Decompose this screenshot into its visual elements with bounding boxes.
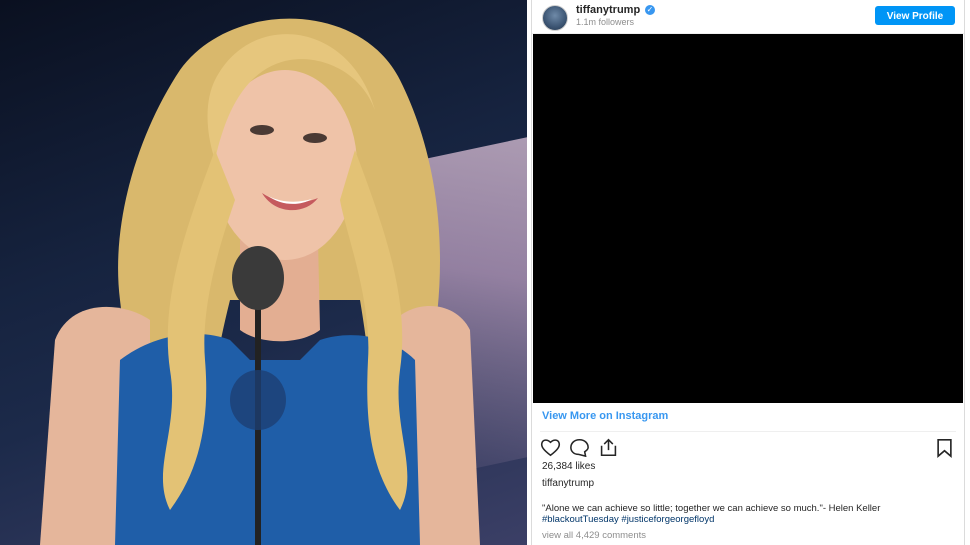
view-comments-link[interactable]: view all 4,429 comments xyxy=(542,530,646,541)
instagram-embed: tiffanytrump ✓ 1.1m followers View Profi… xyxy=(531,0,965,545)
action-bar xyxy=(540,438,956,460)
comment-icon[interactable] xyxy=(569,438,590,462)
bookmark-icon[interactable] xyxy=(935,438,954,463)
view-more-link[interactable]: View More on Instagram xyxy=(542,410,668,422)
share-icon[interactable] xyxy=(598,438,619,462)
view-profile-button[interactable]: View Profile xyxy=(875,6,955,25)
post-header: tiffanytrump ✓ 1.1m followers View Profi… xyxy=(532,0,964,34)
heart-icon[interactable] xyxy=(540,438,561,462)
avatar[interactable] xyxy=(542,5,568,31)
like-count[interactable]: 26,384 likes xyxy=(542,461,595,472)
news-photo xyxy=(0,0,527,545)
post-media[interactable] xyxy=(533,34,963,403)
username[interactable]: tiffanytrump xyxy=(576,4,640,16)
follower-count: 1.1m followers xyxy=(576,17,635,27)
verified-icon: ✓ xyxy=(645,5,655,15)
caption-owner[interactable]: tiffanytrump xyxy=(542,478,594,489)
hashtag-link[interactable]: #justiceforgeorgefloyd xyxy=(621,514,714,525)
speaker-illustration xyxy=(40,18,480,545)
divider xyxy=(540,431,956,432)
hashtag-line: #blackoutTuesday #justiceforgeorgefloyd xyxy=(542,514,714,525)
hashtag-link[interactable]: #blackoutTuesday xyxy=(542,514,619,525)
